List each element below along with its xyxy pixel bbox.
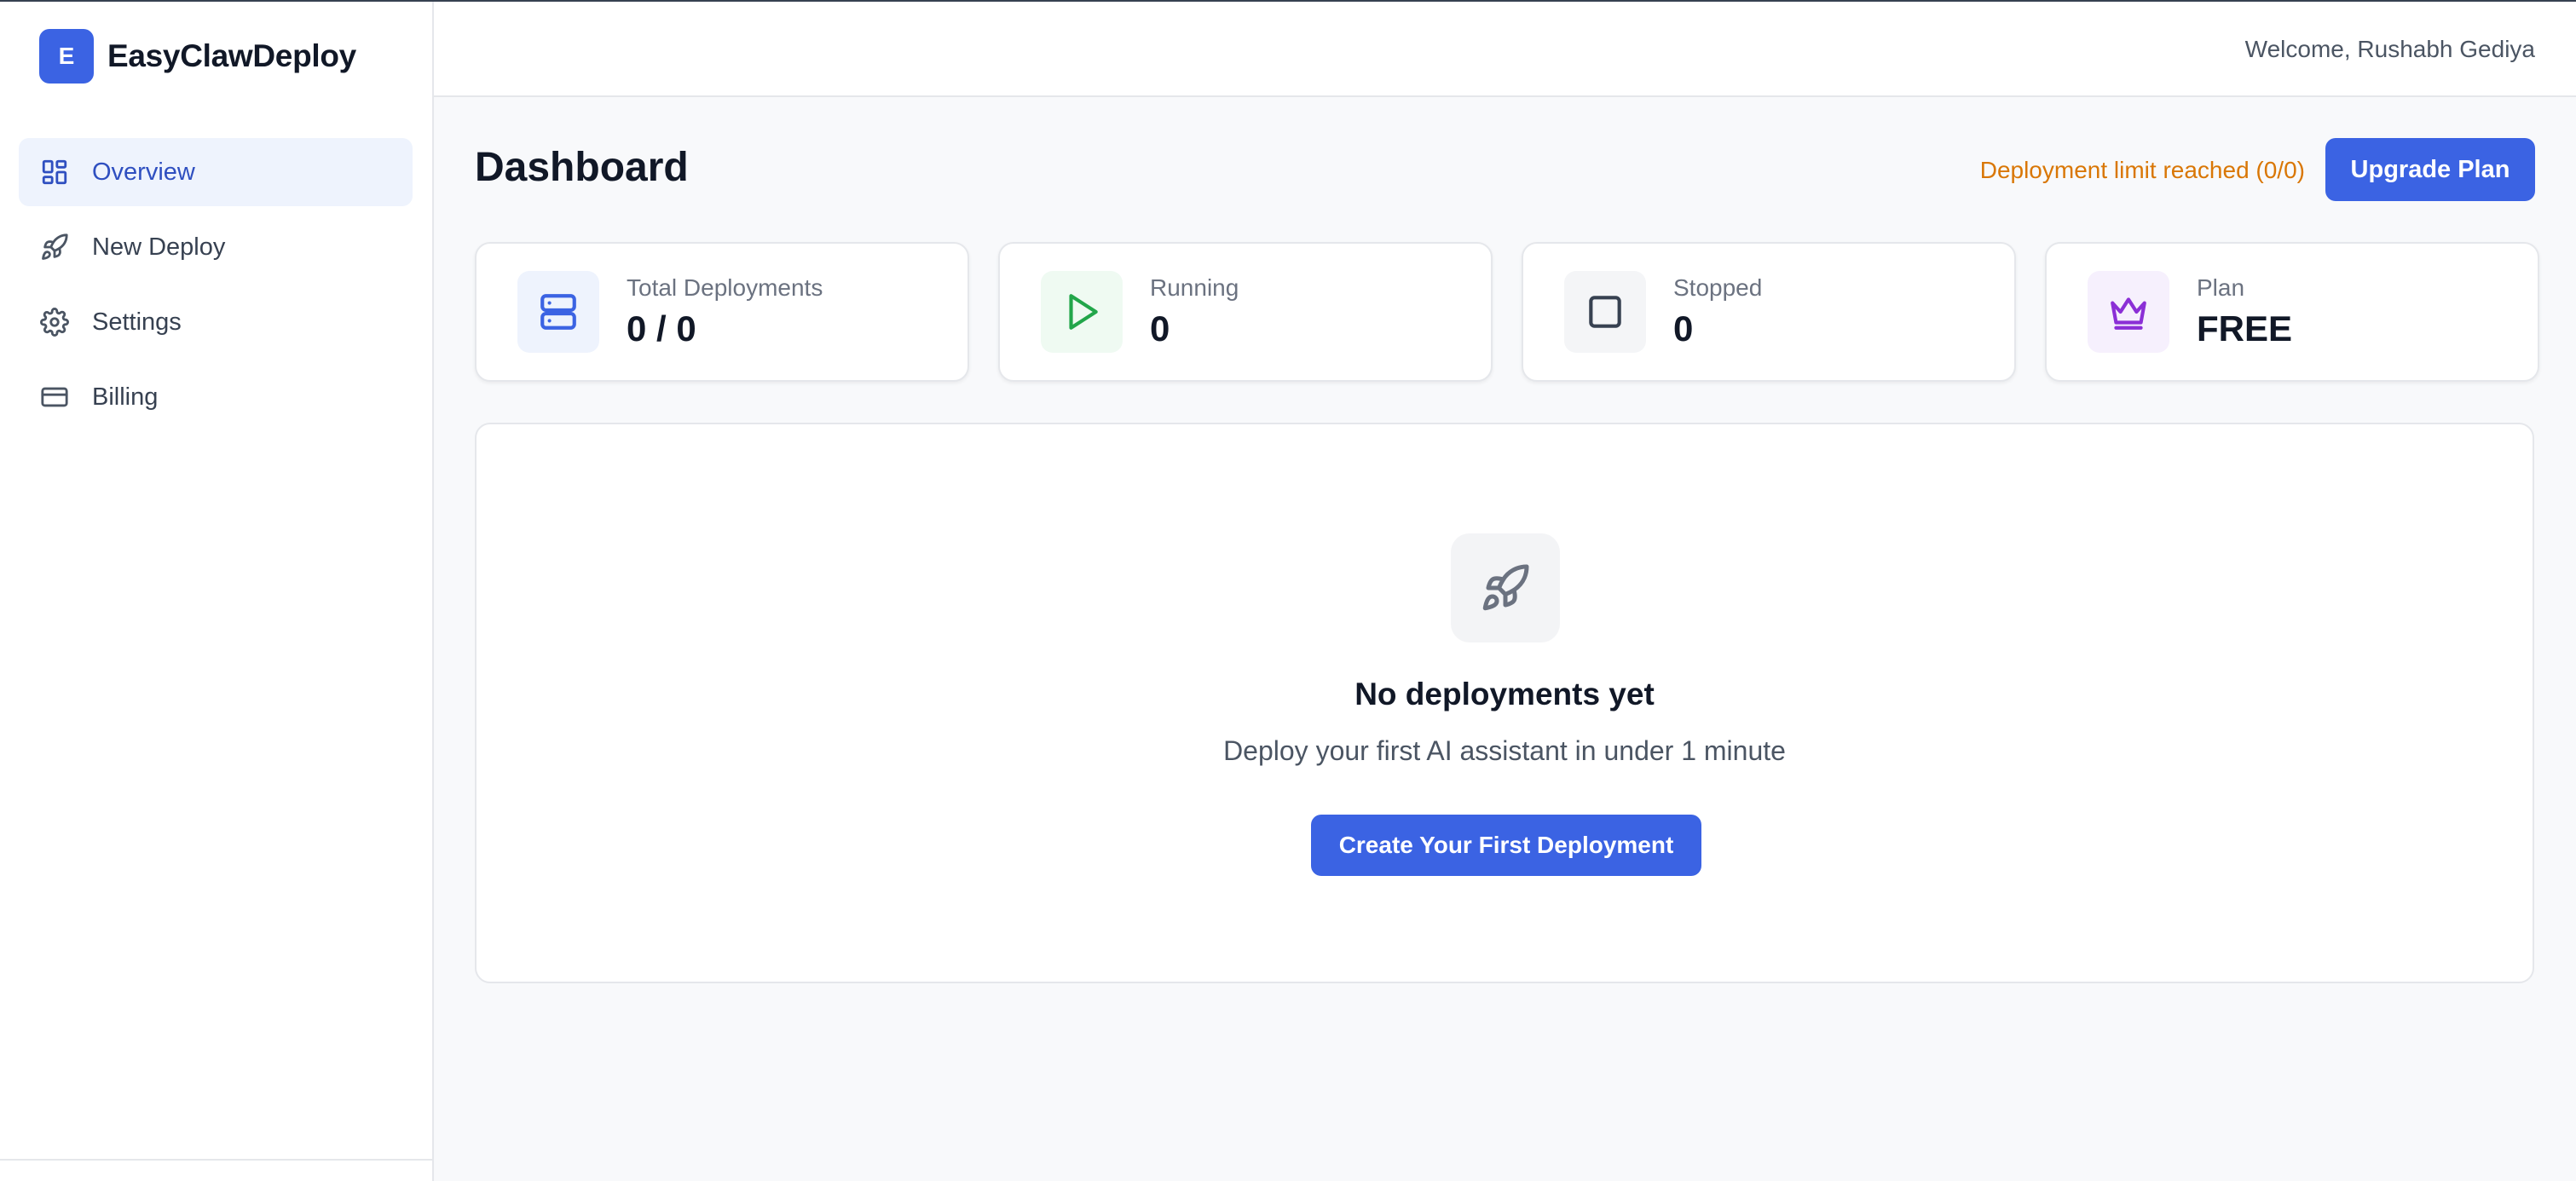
welcome-message: Welcome, Rushabh Gediya xyxy=(2244,36,2535,62)
sidebar-item-settings[interactable]: Settings xyxy=(19,288,413,356)
app-window: E EasyClawDeploy Overview New Deploy Set… xyxy=(0,0,2576,1181)
sidebar-item-label: Overview xyxy=(92,158,195,186)
create-first-deployment-button[interactable]: Create Your First Deployment xyxy=(1311,815,1701,876)
credit-card-icon xyxy=(39,382,70,412)
sidebar: E EasyClawDeploy Overview New Deploy Set… xyxy=(0,2,434,1181)
sidebar-item-label: Billing xyxy=(92,383,159,411)
empty-state-subtitle: Deploy your first AI assistant in under … xyxy=(1223,735,1786,766)
sidebar-nav: Overview New Deploy Settings Billing xyxy=(19,138,413,438)
server-icon xyxy=(517,271,599,353)
stat-label: Stopped xyxy=(1673,274,1763,301)
stat-value: 0 xyxy=(1673,308,1694,349)
upgrade-plan-button[interactable]: Upgrade Plan xyxy=(2325,138,2535,201)
stat-value: 0 xyxy=(1150,308,1170,349)
stat-value: FREE xyxy=(2197,308,2293,349)
page-title: Dashboard xyxy=(475,145,689,190)
stop-square-icon xyxy=(1564,271,1646,353)
stat-card-stopped: Stopped 0 xyxy=(1522,242,2016,382)
sidebar-item-overview[interactable]: Overview xyxy=(19,138,413,206)
sidebar-footer xyxy=(0,1159,432,1181)
sidebar-item-label: New Deploy xyxy=(92,233,226,261)
empty-state-card: No deployments yet Deploy your first AI … xyxy=(475,423,2534,983)
top-header: Welcome, Rushabh Gediya xyxy=(434,2,2576,97)
sidebar-item-label: Settings xyxy=(92,308,182,336)
sidebar-item-new-deploy[interactable]: New Deploy xyxy=(19,213,413,281)
stat-label: Total Deployments xyxy=(627,274,823,301)
stats-row: Total Deployments 0 / 0 Running 0 Stoppe… xyxy=(475,242,2539,382)
rocket-icon xyxy=(39,232,70,262)
sidebar-item-billing[interactable]: Billing xyxy=(19,363,413,431)
brand-name: EasyClawDeploy xyxy=(107,38,356,73)
empty-state-title: No deployments yet xyxy=(1354,677,1655,711)
stat-card-total-deployments: Total Deployments 0 / 0 xyxy=(475,242,969,382)
rocket-icon xyxy=(1451,533,1560,642)
stat-label: Running xyxy=(1150,274,1239,301)
stat-card-running: Running 0 xyxy=(998,242,1493,382)
crown-icon xyxy=(2088,271,2169,353)
play-icon xyxy=(1041,271,1123,353)
dashboard-grid-icon xyxy=(39,157,70,187)
stat-value: 0 / 0 xyxy=(627,308,696,349)
stat-card-plan: Plan FREE xyxy=(2045,242,2539,382)
brand-logo: E xyxy=(39,29,94,84)
main-content: Dashboard Deployment limit reached (0/0)… xyxy=(434,97,2576,1181)
gear-icon xyxy=(39,307,70,337)
deployment-limit-notice: Deployment limit reached (0/0) xyxy=(1979,157,2305,183)
stat-label: Plan xyxy=(2197,274,2245,301)
brand[interactable]: E EasyClawDeploy xyxy=(39,29,356,84)
